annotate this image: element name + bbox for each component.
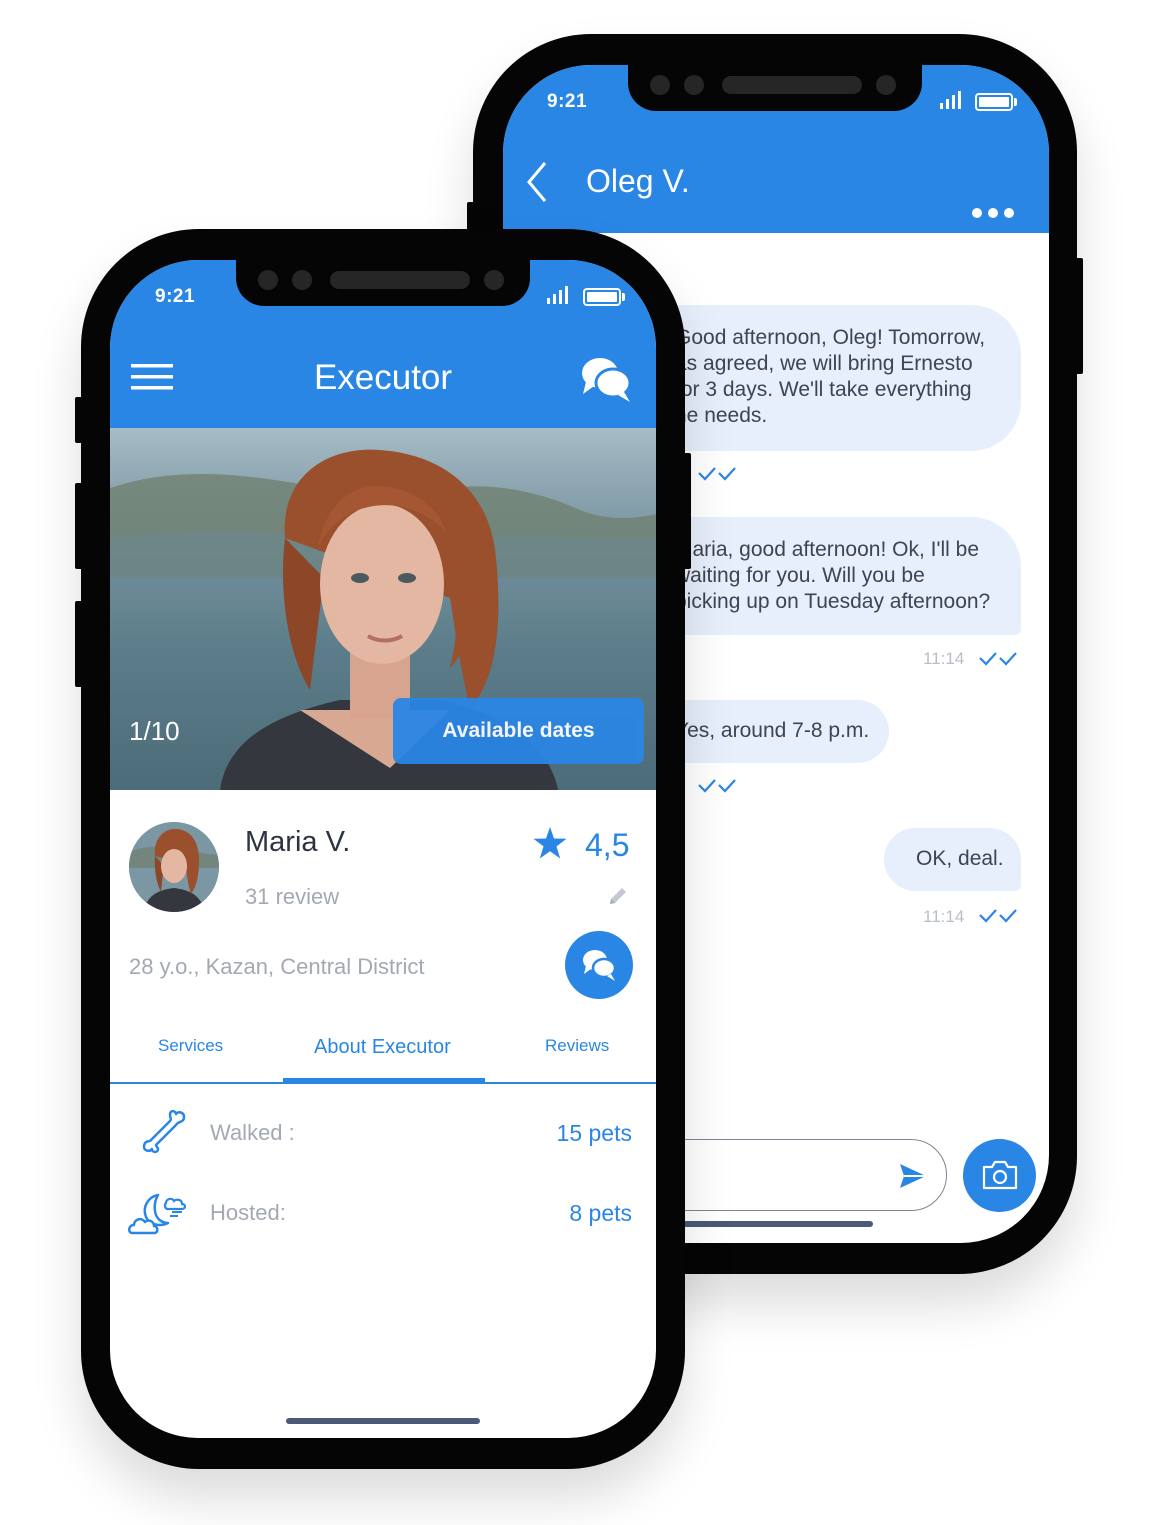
page-title: Executor xyxy=(313,358,453,397)
home-indicator xyxy=(673,1221,873,1227)
signal-icon xyxy=(940,91,961,109)
message-bubble-outgoing: OK, deal. xyxy=(884,828,1021,891)
phone-side-button xyxy=(75,483,83,569)
tab-about-executor[interactable]: About Executor xyxy=(314,1036,451,1059)
phone-side-button xyxy=(75,397,83,443)
hosted-label: Hosted: xyxy=(210,1200,286,1225)
avatar[interactable] xyxy=(129,822,219,912)
executor-name: Maria V. xyxy=(245,826,351,858)
back-button[interactable] xyxy=(519,157,559,207)
message-bubble-incoming: Maria, good afternoon! Ok, I'll be waiti… xyxy=(633,517,1021,635)
star-icon xyxy=(533,827,567,859)
chat-contact-name: Oleg V. xyxy=(586,163,690,199)
tab-services[interactable]: Services xyxy=(158,1036,223,1056)
message-time: 11:14 xyxy=(923,649,965,668)
status-time: 9:21 xyxy=(547,91,588,112)
send-icon[interactable] xyxy=(898,1162,928,1190)
avatar-image xyxy=(129,822,219,912)
phone-side-button xyxy=(75,601,83,687)
pencil-icon[interactable] xyxy=(607,885,629,907)
battery-icon xyxy=(975,93,1017,111)
hosted-value: 8 pets xyxy=(569,1200,632,1226)
phone-side-button xyxy=(683,453,691,569)
rating-value: 4,5 xyxy=(585,827,630,863)
bone-icon xyxy=(142,1109,186,1154)
executor-screen: 9:21 Executor 1/10 Available dates Maria… xyxy=(110,260,656,1438)
active-tab-indicator xyxy=(283,1078,485,1083)
message-bubble-incoming: Good afternoon, Oleg! Tomorrow, as agree… xyxy=(633,305,1021,451)
read-checkmarks-icon xyxy=(698,467,736,481)
battery-icon xyxy=(583,288,625,306)
photo-counter: 1/10 xyxy=(129,716,180,746)
status-time: 9:21 xyxy=(155,286,196,307)
chat-bubbles-icon xyxy=(583,950,617,981)
chat-button[interactable] xyxy=(580,354,632,404)
more-dots-icon xyxy=(972,208,1014,218)
camera-icon xyxy=(982,1160,1018,1190)
phone-side-button xyxy=(1075,258,1083,374)
phone-notch xyxy=(628,65,922,111)
phone-front: 9:21 Executor 1/10 Available dates Maria… xyxy=(75,229,691,1469)
moon-cloud-icon xyxy=(128,1193,187,1235)
signal-icon xyxy=(547,286,568,304)
available-dates-button[interactable]: Available dates xyxy=(393,698,644,764)
read-checkmarks-icon xyxy=(979,909,1017,923)
executor-details: 28 y.o., Kazan, Central District xyxy=(129,954,425,979)
more-button[interactable] xyxy=(969,203,1017,223)
camera-button[interactable] xyxy=(963,1139,1036,1212)
chevron-left-icon xyxy=(527,162,547,202)
executor-photo[interactable]: 1/10 Available dates xyxy=(110,428,656,790)
message-executor-button[interactable] xyxy=(565,931,633,999)
message-time: 11:14 xyxy=(923,907,965,926)
walked-label: Walked : xyxy=(210,1120,295,1145)
phone-notch xyxy=(236,260,530,306)
tab-reviews[interactable]: Reviews xyxy=(545,1036,609,1056)
read-checkmarks-icon xyxy=(979,652,1017,666)
walked-value: 15 pets xyxy=(556,1120,632,1146)
read-checkmarks-icon xyxy=(698,779,736,793)
home-indicator xyxy=(286,1418,480,1424)
chat-bubbles-icon xyxy=(582,358,632,402)
review-count[interactable]: 31 review xyxy=(245,884,339,910)
